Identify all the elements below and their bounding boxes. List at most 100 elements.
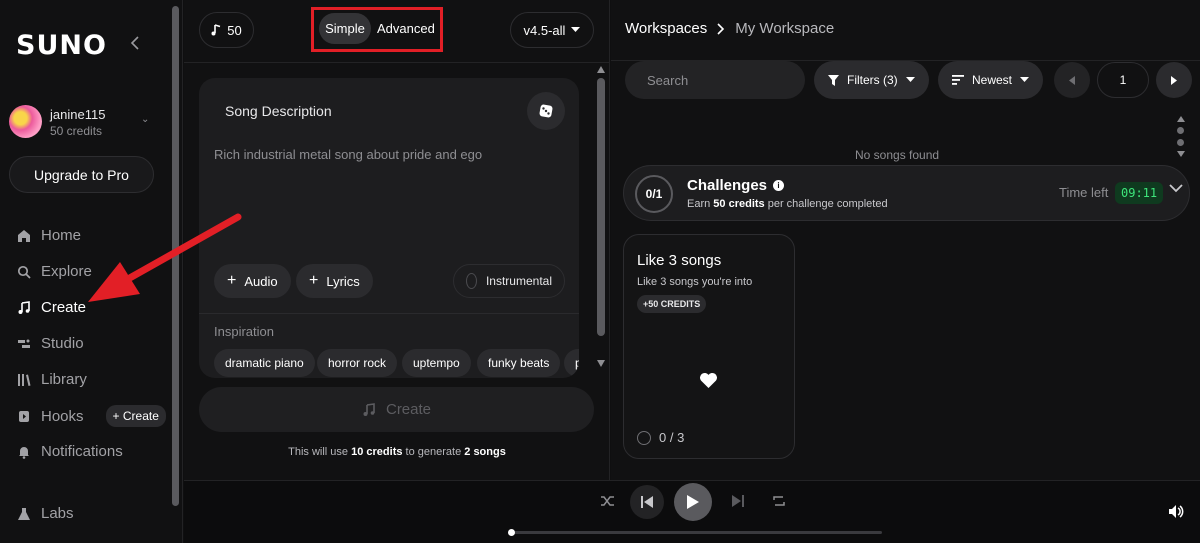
caret-down-icon: [905, 77, 915, 82]
notice-songs: 2 songs: [464, 446, 506, 458]
model-value: v4.5-all: [523, 22, 566, 38]
nav-library[interactable]: Library: [17, 371, 87, 388]
heart-icon: [700, 372, 717, 389]
challenge-progress-text: 0 / 3: [659, 430, 685, 445]
challenges-title: Challenges i: [687, 177, 785, 194]
divider: [184, 62, 610, 63]
nav-library-label: Library: [41, 371, 87, 388]
nav-explore[interactable]: Explore: [17, 263, 92, 280]
search-input[interactable]: Search: [625, 61, 805, 99]
breadcrumb: Workspaces My Workspace: [625, 20, 834, 37]
caret-left-icon: [1069, 75, 1075, 85]
inspiration-tag[interactable]: uptempo: [402, 349, 471, 377]
scroll-up-icon[interactable]: [1177, 116, 1185, 122]
avatar: [9, 105, 42, 138]
breadcrumb-current: My Workspace: [735, 20, 835, 37]
inspiration-tag[interactable]: horror rock: [317, 349, 398, 377]
suno-logo[interactable]: SUNO: [16, 30, 107, 61]
instrumental-label: Instrumental: [485, 274, 552, 288]
credits-chip[interactable]: 50: [199, 12, 254, 48]
nav-labs[interactable]: Labs: [17, 505, 74, 522]
divider: [199, 313, 579, 314]
plus-icon: +: [227, 272, 237, 289]
filters-label: Filters (3): [847, 73, 898, 87]
flask-icon: [18, 507, 30, 520]
music-note-icon: [363, 402, 375, 416]
scroll-down-icon[interactable]: [1177, 151, 1185, 157]
nav-home-label: Home: [41, 227, 82, 244]
home-icon: [18, 229, 30, 242]
hooks-create-button[interactable]: + Create: [105, 405, 166, 427]
challenge-card[interactable]: Like 3 songs Like 3 songs you're into +5…: [623, 234, 795, 459]
song-description-input[interactable]: Rich industrial metal song about pride a…: [214, 147, 482, 162]
chevron-right-icon: [717, 22, 725, 35]
sort-button[interactable]: Newest: [938, 61, 1044, 99]
caret-right-icon: [1171, 75, 1177, 85]
progress-circle-icon: [637, 430, 651, 445]
lyrics-label: Lyrics: [326, 273, 360, 289]
skip-back-icon: [641, 496, 653, 508]
dice-icon[interactable]: [527, 92, 565, 130]
user-menu[interactable]: janine115 50 credits ⌄: [9, 105, 159, 145]
toggle-circle-icon: [466, 273, 477, 289]
scroll-dot: [1177, 127, 1184, 134]
skip-forward-icon[interactable]: [732, 495, 744, 507]
add-lyrics-button[interactable]: + Lyrics: [296, 264, 373, 298]
playback-handle[interactable]: [508, 529, 515, 536]
nav-home[interactable]: Home: [17, 227, 81, 244]
repeat-icon[interactable]: [772, 495, 786, 507]
scroll-down-icon[interactable]: [597, 360, 605, 367]
prev-page-button[interactable]: [1054, 62, 1090, 98]
previous-track-button[interactable]: [630, 485, 664, 519]
search-icon: [17, 265, 31, 279]
nav-studio[interactable]: Studio: [17, 335, 84, 352]
shuffle-icon[interactable]: [601, 495, 615, 507]
time-left-label: Time left: [1059, 185, 1109, 200]
challenge-progress: 0 / 3: [637, 430, 684, 445]
play-button[interactable]: [674, 483, 712, 521]
nav-hooks[interactable]: Hooks + Create: [17, 405, 166, 427]
challenges-bar[interactable]: 0/1 Challenges i Earn 50 credits per cha…: [623, 165, 1190, 221]
audio-label: Audio: [244, 273, 278, 289]
chevron-down-icon: ⌄: [141, 114, 150, 125]
next-page-button[interactable]: [1156, 62, 1192, 98]
upgrade-button[interactable]: Upgrade to Pro: [9, 156, 154, 193]
instrumental-toggle[interactable]: Instrumental: [453, 264, 565, 298]
nav-create[interactable]: Create: [17, 299, 86, 316]
collapse-sidebar-icon[interactable]: [130, 36, 140, 55]
sidebar-scrollbar[interactable]: [172, 6, 179, 506]
music-note-icon: [211, 24, 221, 36]
sidebar: SUNO janine115 50 credits ⌄ Upgrade to P…: [0, 0, 183, 543]
volume-icon[interactable]: [1169, 505, 1184, 518]
list-scroll-controls[interactable]: [1177, 116, 1185, 157]
filters-button[interactable]: Filters (3): [814, 61, 929, 99]
mode-simple-tab[interactable]: Simple: [319, 13, 371, 44]
create-panel-scrollbar[interactable]: [597, 78, 605, 336]
add-audio-button[interactable]: + Audio: [214, 264, 291, 298]
challenges-subtitle: Earn 50 credits per challenge completed: [687, 198, 888, 210]
play-icon: [687, 495, 699, 509]
challenges-title-text: Challenges: [687, 177, 768, 194]
plus-icon: +: [309, 272, 319, 289]
mode-advanced-tab[interactable]: Advanced: [377, 13, 435, 44]
ch-sub-credits: 50 credits: [713, 198, 765, 210]
card-title: Song Description: [225, 103, 332, 119]
info-icon[interactable]: i: [773, 180, 785, 191]
model-select[interactable]: v4.5-all: [510, 12, 594, 48]
playback-progress[interactable]: [510, 531, 882, 534]
inspiration-tag[interactable]: dramatic piano: [214, 349, 315, 377]
scroll-up-icon[interactable]: [597, 66, 605, 73]
inspiration-tag[interactable]: funky beats: [477, 349, 561, 377]
inspiration-tag[interactable]: p: [564, 349, 579, 377]
song-description-card: Song Description Rich industrial metal s…: [199, 78, 579, 378]
create-panel: 50 Simple Advanced v4.5-all Song Descrip…: [184, 0, 610, 480]
nav-notifications[interactable]: Notifications: [17, 443, 123, 460]
create-button[interactable]: Create: [199, 387, 594, 432]
page-number[interactable]: 1: [1097, 62, 1149, 98]
challenge-count: 0/1: [635, 175, 673, 213]
music-note-icon: [18, 300, 30, 314]
player-bar: [184, 480, 1200, 543]
breadcrumb-root[interactable]: Workspaces: [625, 20, 707, 37]
chevron-down-icon[interactable]: [1169, 184, 1183, 193]
studio-icon: [18, 339, 30, 348]
